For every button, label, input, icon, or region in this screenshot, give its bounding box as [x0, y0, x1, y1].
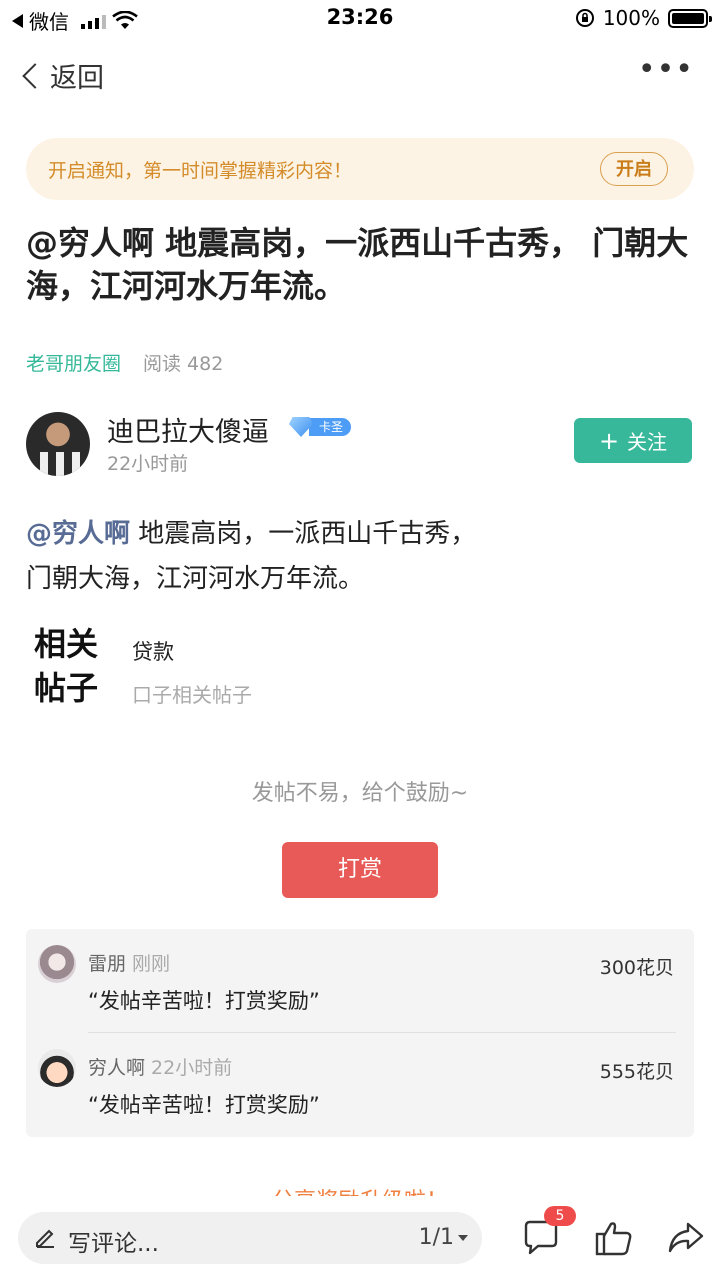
- notification-text: 开启通知，第一时间掌握精彩内容！: [48, 160, 353, 182]
- post-title: @穷人啊 地震高岗，一派西山千古秀， 门朝大海，江河河水万年流。: [26, 224, 689, 305]
- more-options-icon[interactable]: •••: [638, 55, 694, 85]
- back-button[interactable]: 返回: [22, 56, 104, 95]
- rewarder-name: 穷人啊 22小时前: [88, 1057, 233, 1079]
- reward-time: 刚刚: [132, 953, 171, 975]
- comment-count-badge: 5: [544, 1206, 576, 1226]
- reward-amount: 300花贝: [599, 957, 674, 979]
- level-badge-label: 卡圣: [309, 418, 352, 436]
- follow-button[interactable]: + 关注: [574, 418, 692, 463]
- post-meta: 老哥朋友圈 阅读 482: [26, 349, 223, 376]
- comment-placeholder: 写评论...: [68, 1231, 159, 1257]
- notification-banner: 开启通知，第一时间掌握精彩内容！ 开启: [26, 138, 694, 200]
- level-badge: 卡圣: [289, 416, 352, 438]
- rewarder-avatar[interactable]: [38, 945, 76, 983]
- share-reward-hint[interactable]: 分享奖励升级啦！: [0, 1183, 720, 1197]
- comment-input[interactable]: 写评论... 1/1: [18, 1212, 482, 1264]
- back-label: 返回: [50, 63, 104, 94]
- status-bar: 微信 23:26 100%: [0, 0, 720, 36]
- nav-bar: 返回 •••: [0, 48, 720, 100]
- related-post-link[interactable]: 贷款: [132, 636, 174, 666]
- page-indicator-text: 1/1: [418, 1225, 454, 1250]
- reward-button[interactable]: 打赏: [282, 842, 438, 898]
- post-body: @穷人啊 地震高岗，一派西山千古秀， 门朝大海，江河河水万年流。: [26, 512, 694, 602]
- circle-link[interactable]: 老哥朋友圈: [26, 349, 121, 376]
- page-indicator[interactable]: 1/1: [419, 1225, 468, 1250]
- reward-time: 22小时前: [151, 1057, 233, 1079]
- battery-icon: [668, 8, 712, 28]
- battery-percent: 100%: [602, 6, 660, 30]
- rewarder-avatar[interactable]: [38, 1049, 76, 1087]
- pencil-icon: [36, 1229, 54, 1248]
- chevron-left-icon: [22, 62, 48, 89]
- caret-down-icon: [458, 1234, 468, 1241]
- reward-message: “发帖辛苦啦！打赏奖励”: [88, 1093, 320, 1117]
- related-posts-logo: 相关帖子: [34, 625, 99, 707]
- follow-label: 关注: [627, 430, 668, 454]
- reward-message: “发帖辛苦啦！打赏奖励”: [88, 989, 320, 1013]
- post-time: 22小时前: [107, 453, 189, 475]
- encourage-text: 发帖不易，给个鼓励~: [251, 781, 469, 806]
- share-icon[interactable]: [666, 1218, 706, 1258]
- plus-icon: +: [598, 426, 620, 455]
- rotation-lock-icon: [575, 9, 594, 27]
- reward-amount: 555花贝: [599, 1061, 674, 1083]
- reward-list: 雷朋 刚刚 300花贝 “发帖辛苦啦！打赏奖励” 穷人啊 22小时前 555花贝 “…: [26, 929, 694, 1137]
- bottom-toolbar: 写评论... 1/1 5: [0, 1196, 720, 1280]
- body-line-2: 门朝大海，江河河水万年流。: [26, 564, 365, 594]
- thumbs-up-icon[interactable]: [594, 1218, 634, 1258]
- mention-link[interactable]: @穷人啊: [26, 519, 130, 549]
- reward-record: 雷朋 刚刚 300花贝 “发帖辛苦啦！打赏奖励”: [26, 929, 694, 1029]
- author-name[interactable]: 迪巴拉大傻逼: [107, 410, 269, 449]
- related-post-link[interactable]: 口子相关帖子: [132, 679, 252, 708]
- read-count: 阅读 482: [143, 353, 224, 375]
- reward-record: 穷人啊 22小时前 555花贝 “发帖辛苦啦！打赏奖励”: [26, 1033, 694, 1133]
- rewarder-name: 雷朋 刚刚: [88, 953, 171, 975]
- author-avatar[interactable]: [26, 412, 90, 476]
- enable-notification-button[interactable]: 开启: [600, 152, 668, 186]
- body-line-1: 地震高岗，一派西山千古秀，: [130, 519, 477, 549]
